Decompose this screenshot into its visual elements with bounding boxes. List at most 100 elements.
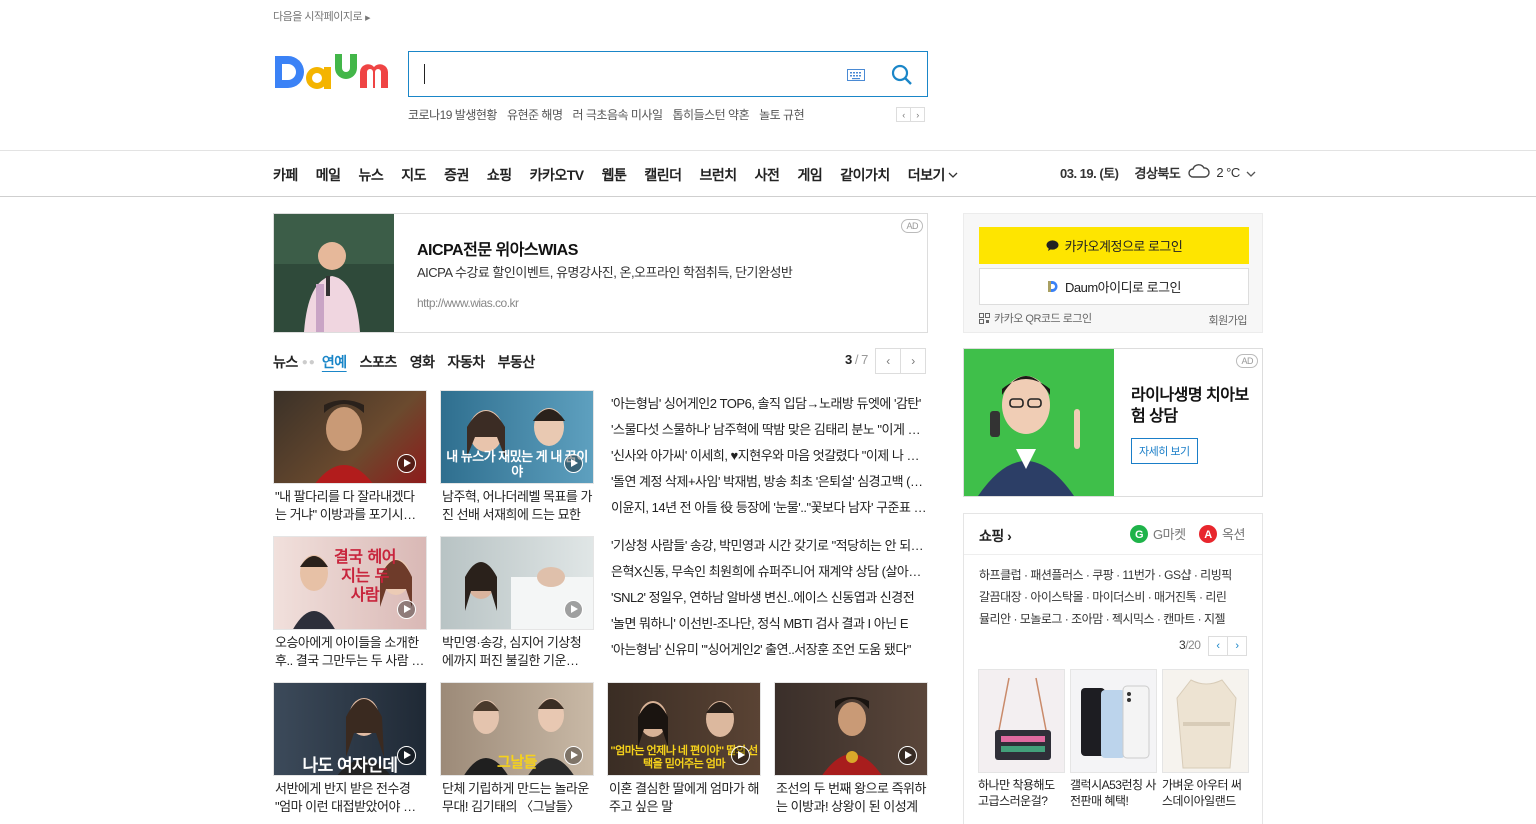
ad-title[interactable]: 라이나생명 치아보험 상담 xyxy=(1131,385,1251,427)
news-thumbnail xyxy=(774,682,928,776)
startpage-label: 다음을 시작페이지로 xyxy=(273,11,363,23)
daum-login-button[interactable]: Daum아이디로 로그인 xyxy=(979,268,1249,305)
product-card[interactable]: 가벼운 아우터 써스데이아일랜드 xyxy=(1162,669,1249,811)
daum-logo[interactable] xyxy=(273,48,389,100)
headline-link[interactable]: 은혁X신동, 무속인 최원희에 슈퍼주니어 재계약 상담 (살아보니) xyxy=(611,559,929,585)
top-banner-ad[interactable]: AICPA전문 위아스WIAS AICPA 수강료 할인이벤트, 유명강사진, … xyxy=(273,213,928,333)
nav-item[interactable]: 쇼핑 xyxy=(487,165,512,185)
chevron-left-icon[interactable]: ‹ xyxy=(896,107,911,122)
svg-text:G: G xyxy=(1135,529,1143,541)
side-banner-ad[interactable]: 라이나생명 치아보험 상담 자세히 보기 AD xyxy=(963,348,1263,497)
nav-item[interactable]: 같이가치 xyxy=(840,165,890,185)
gmarket-link[interactable]: G G마켓 xyxy=(1130,524,1186,543)
nav-item[interactable]: 증권 xyxy=(444,165,469,185)
nav-item[interactable]: 사전 xyxy=(755,165,780,185)
ad-detail-button[interactable]: 자세히 보기 xyxy=(1131,438,1198,464)
headline-link[interactable]: '놀면 뭐하니' 이선빈-조나단, 정식 MBTI 검사 결과 I 아닌 E xyxy=(611,611,929,637)
search-icon[interactable] xyxy=(891,64,913,89)
brand-row[interactable]: 갈끔대장 · 아이스탁몰 · 마이더스비 · 매거진톡 · 리린 xyxy=(979,586,1253,608)
nav-item[interactable]: 브런치 xyxy=(700,165,738,185)
nav-item[interactable]: 웹툰 xyxy=(602,165,627,185)
nav-item[interactable]: 카페 xyxy=(273,165,298,185)
product-card[interactable]: 갤럭시A53런칭 사전판매 혜택! xyxy=(1070,669,1157,811)
service-menu: 카페 메일 뉴스 지도 증권 쇼핑 카카오TV 웹툰 캘린더 브런치 사전 게임… xyxy=(273,165,976,185)
ad-title[interactable]: AICPA전문 위아스WIAS xyxy=(417,236,578,260)
news-pager-buttons: ‹ › xyxy=(875,348,926,374)
prev-page-button[interactable]: ‹ xyxy=(875,348,901,374)
headline-link[interactable]: '신사와 아가씨' 이세희, ♥지현우와 마음 엇갈렸다 "이제 나 좋아해?" xyxy=(611,443,929,469)
news-caption: 남주혁, 어나더레벨 목표를 가진 선배 서재희에 드는 묘한 xyxy=(442,489,592,522)
brand-row[interactable]: 하프클럽 · 패션플러스 · 쿠팡 · 11번가 · GS샵 · 리빙픽 xyxy=(979,564,1253,586)
headline-link[interactable]: '아는형님' 싱어게인2 TOP6, 솔직 입담→노래방 듀엣에 '감탄' xyxy=(611,391,929,417)
headline-link[interactable]: 'SNL2' 정일우, 연하남 알바생 변신..에이스 신동엽과 신경전 xyxy=(611,585,929,611)
headline-link[interactable]: '기상청 사람들' 송강, 박민영과 시간 갖기로 "적당히는 안 되겠다" xyxy=(611,533,929,559)
headline-link[interactable]: '스물다섯 스물하나' 남주혁에 딱밤 맞은 김태리 분노 "이게 뭐야" xyxy=(611,417,929,443)
hot-keyword[interactable]: 놀토 규현 xyxy=(759,106,805,123)
product-card[interactable]: 하나만 착용해도 고급스러운걸? xyxy=(978,669,1065,811)
page-total: / 7 xyxy=(854,352,868,367)
auction-icon: A xyxy=(1199,524,1217,543)
daum-d-icon xyxy=(1047,281,1058,292)
nav-item[interactable]: 게임 xyxy=(797,165,822,185)
nav-item[interactable]: 캘린더 xyxy=(644,165,682,185)
more-menu-button[interactable]: 더보기 xyxy=(908,165,958,185)
tab-movies[interactable]: 영화 xyxy=(410,352,435,372)
news-thumbnail xyxy=(273,390,427,484)
keyboard-icon[interactable] xyxy=(847,69,865,84)
qr-login-label: 카카오 QR코드 로그인 xyxy=(994,313,1092,325)
ad-photo xyxy=(274,214,394,332)
hot-keyword[interactable]: 러 극초음속 미사일 xyxy=(573,106,664,123)
chevron-right-icon[interactable]: › xyxy=(910,107,925,122)
product-image xyxy=(1070,669,1157,773)
kakao-login-label: 카카오계정으로 로그인 xyxy=(1064,239,1183,254)
chevron-down-icon xyxy=(948,172,958,178)
ad-url[interactable]: http://www.wias.co.kr xyxy=(417,296,519,310)
play-icon xyxy=(898,746,917,765)
weather-widget[interactable]: 03. 19. (토) 경상북도 2 °C xyxy=(1060,163,1256,182)
shopping-pager-buttons: ‹ › xyxy=(1208,636,1247,656)
news-caption: 박민영·송강, 심지어 기상청에까지 퍼진 불길한 기운 (feat. xyxy=(442,635,582,668)
gmarket-icon: G xyxy=(1130,524,1148,543)
set-startpage-link[interactable]: 다음을 시작페이지로 ▶ xyxy=(273,8,371,24)
tab-cars[interactable]: 자동차 xyxy=(448,352,486,372)
hot-keyword[interactable]: 유현준 해명 xyxy=(507,106,563,123)
search-box[interactable] xyxy=(408,51,928,97)
login-box: 카카오계정으로 로그인 Daum아이디로 로그인 카카오 QR코드 로그인 회원… xyxy=(963,213,1263,333)
tab-realestate[interactable]: 부동산 xyxy=(498,352,536,372)
prev-page-button[interactable]: ‹ xyxy=(1208,636,1228,656)
nav-item[interactable]: 지도 xyxy=(401,165,426,185)
news-caption: 이혼 결심한 딸에게 엄마가 해주고 싶은 말 xyxy=(609,781,759,814)
news-card[interactable]: 박민영·송강, 심지어 기상청에까지 퍼진 불길한 기운 (feat. xyxy=(440,536,594,670)
news-card[interactable]: "엄마는 언제나 네 편이야" 딸의 선택을 믿어주는 엄마 이혼 결심한 딸에… xyxy=(607,682,761,816)
next-page-button[interactable]: › xyxy=(1227,636,1247,656)
tab-entertainment[interactable]: 연예 xyxy=(322,352,347,372)
hot-keyword[interactable]: 톱히들스턴 약혼 xyxy=(673,106,750,123)
next-page-button[interactable]: › xyxy=(900,348,926,374)
kakao-login-button[interactable]: 카카오계정으로 로그인 xyxy=(979,227,1249,264)
tab-news[interactable]: 뉴스 xyxy=(273,352,298,372)
news-card[interactable]: 그날들 단체 기립하게 만드는 놀라운 무대! 김기태의 〈그날들〉 xyxy=(440,682,594,816)
news-card[interactable]: 내 뉴스가 재밌는 게 내 꿈이야 남주혁, 어나더레벨 목표를 가진 선배 서… xyxy=(440,390,594,524)
auction-link[interactable]: A 옥션 xyxy=(1199,524,1245,543)
tab-sports[interactable]: 스포츠 xyxy=(360,352,398,372)
shopping-title[interactable]: 쇼핑 › xyxy=(979,526,1012,546)
nav-item[interactable]: 뉴스 xyxy=(359,165,384,185)
gmarket-label: G마켓 xyxy=(1153,527,1186,542)
news-caption: 조선의 두 번째 왕으로 즉위하는 이방과! 상왕이 된 이성계 xyxy=(776,781,926,814)
headline-link[interactable]: '돌연 계정 삭제+사임' 박재범, 방송 최초 '은퇴설' 심경고백 (종합) xyxy=(611,469,929,495)
nav-item[interactable]: 메일 xyxy=(316,165,341,185)
brand-row[interactable]: 뮬리안 · 모놀로그 · 조아맘 · 젝시믹스 · 캔마트 · 지젤 xyxy=(979,608,1253,630)
news-tabs: 뉴스 ●● 연예 스포츠 영화 자동차 부동산 xyxy=(273,352,548,372)
news-card[interactable]: 결국 헤어지는 두 사람 오승아에게 아이들을 소개한 후.. 결국 그만두는 … xyxy=(273,536,427,670)
shopping-title-label: 쇼핑 xyxy=(979,528,1004,544)
headline-link[interactable]: '아는형님' 신유미 "'싱어게인2' 출연..서장훈 조언 도움 됐다" xyxy=(611,637,929,663)
news-card[interactable]: "내 팔다리를 다 잘라내겠다는 거냐" 이방과를 포기시키는 xyxy=(273,390,427,524)
nav-item[interactable]: 카카오TV xyxy=(530,165,585,185)
hot-keyword[interactable]: 코로나19 발생현황 xyxy=(408,106,497,123)
news-card[interactable]: 나도 여자인데 서반에게 반지 받은 전수경 "엄마 이런 대접받았어야 했어" xyxy=(273,682,427,816)
shopping-pager: 3/20 xyxy=(1179,638,1201,652)
headline-link[interactable]: 이윤지, 14년 전 아들 役 등장에 '눈물'.."꽃보다 남자' 구준표 동… xyxy=(611,495,929,521)
news-card[interactable]: 조선의 두 번째 왕으로 즉위하는 이방과! 상왕이 된 이성계 xyxy=(774,682,928,816)
qr-login-link[interactable]: 카카오 QR코드 로그인 xyxy=(979,310,1092,326)
signup-link[interactable]: 회원가입 xyxy=(1209,312,1248,328)
